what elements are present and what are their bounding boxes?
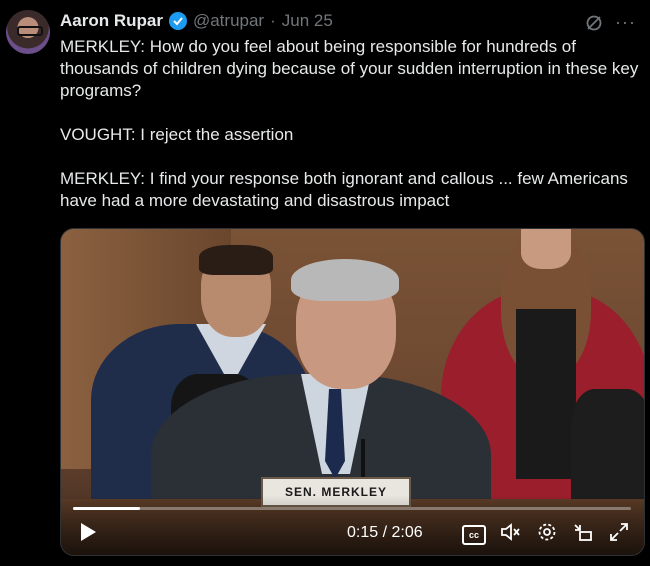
tweet-header: Aaron Rupar @atrupar · Jun 25 bbox=[60, 10, 333, 32]
progress-fill bbox=[73, 507, 140, 510]
avatar[interactable] bbox=[6, 10, 50, 54]
chair-right bbox=[571, 389, 644, 509]
author-handle[interactable]: @atrupar bbox=[193, 11, 264, 31]
mute-icon[interactable] bbox=[500, 521, 522, 548]
video-player[interactable]: SEN. MERKLEY 0:15 / 2:06 cc bbox=[60, 228, 645, 556]
play-icon[interactable] bbox=[77, 521, 99, 543]
pip-icon[interactable] bbox=[572, 521, 594, 548]
tweet-top-actions: ··· bbox=[585, 12, 636, 33]
separator-dot: · bbox=[270, 11, 276, 30]
video-control-icons: cc bbox=[462, 521, 630, 548]
more-icon[interactable]: ··· bbox=[615, 12, 636, 33]
avatar-glasses bbox=[17, 26, 43, 36]
grok-icon[interactable] bbox=[585, 14, 603, 32]
woman-face bbox=[521, 229, 571, 269]
video-controls: 0:15 / 2:06 cc bbox=[61, 495, 644, 555]
author-name[interactable]: Aaron Rupar bbox=[60, 11, 163, 31]
settings-icon[interactable] bbox=[536, 521, 558, 548]
progress-bar[interactable] bbox=[73, 507, 631, 510]
fullscreen-icon[interactable] bbox=[608, 521, 630, 548]
tweet-text: MERKLEY: How do you feel about being res… bbox=[60, 37, 639, 210]
woman-top bbox=[516, 309, 576, 479]
closed-captions-icon[interactable]: cc bbox=[462, 524, 486, 545]
time-display: 0:15 / 2:06 bbox=[347, 524, 423, 541]
senator-hair bbox=[291, 259, 399, 301]
verified-badge-icon bbox=[168, 12, 187, 30]
tweet[interactable]: Aaron Rupar @atrupar · Jun 25 ··· MERKLE… bbox=[0, 0, 650, 566]
tweet-date[interactable]: Jun 25 bbox=[282, 11, 333, 31]
